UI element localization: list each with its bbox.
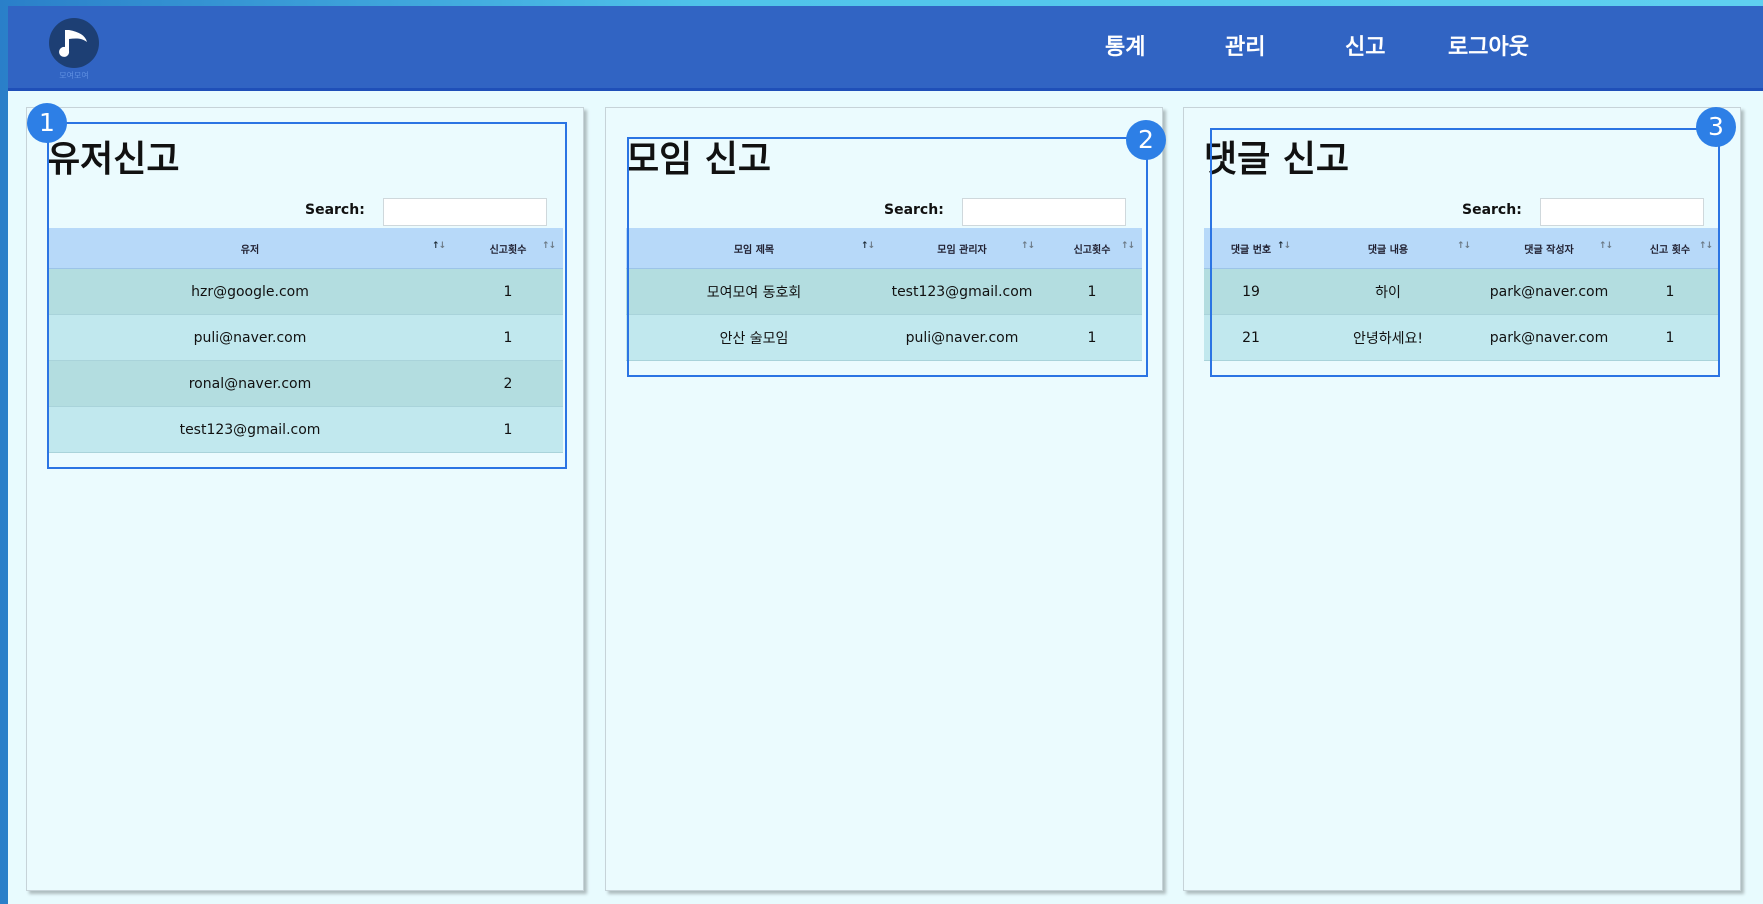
- cell-report-count: 1: [453, 268, 563, 315]
- sort-arrows-icon: ↑↓: [1120, 241, 1135, 251]
- table-row[interactable]: hzr@google.com 1: [47, 268, 563, 315]
- nav-item-logout[interactable]: 로그아웃: [1448, 28, 1529, 68]
- sort-arrows-icon: ↑↓: [1276, 241, 1291, 251]
- table-row[interactable]: test123@gmail.com 1: [47, 406, 563, 453]
- logo[interactable]: 모여모여: [41, 18, 107, 82]
- search-label: Search:: [884, 202, 944, 218]
- cell-user: ronal@naver.com: [47, 360, 453, 407]
- comment-report-panel: 댓글 신고 Search: 댓글 번호 ↑↓ 댓글 내용 ↑↓ 댓글 작성자 ↑↓ 신…: [1183, 107, 1741, 891]
- meeting-report-panel: 모임 신고 Search: 모임 제목 ↑↓ 모임 관리자 ↑↓ 신고횟수 ↑↓ 모여…: [605, 107, 1163, 891]
- cell-report-count: 1: [1620, 314, 1720, 361]
- table-row[interactable]: 19 하이 park@naver.com 1: [1204, 268, 1720, 315]
- user-report-panel: 유저신고 Search: 유저 ↑↓ 신고횟수 ↑↓ hzr@google.com …: [26, 107, 584, 891]
- cell-report-count: 2: [453, 360, 563, 407]
- search-label: Search:: [305, 202, 365, 218]
- panel-title: 댓글 신고: [1204, 139, 1350, 180]
- column-header-comment-author[interactable]: 댓글 작성자 ↑↓: [1478, 228, 1620, 269]
- sort-arrows-icon: ↑↓: [860, 241, 875, 251]
- panel-title: 유저신고: [47, 139, 180, 180]
- panel-title: 모임 신고: [626, 139, 772, 180]
- cell-meeting-admin: test123@gmail.com: [882, 268, 1042, 315]
- cell-report-count: 1: [453, 314, 563, 361]
- logo-caption: 모여모여: [59, 71, 89, 80]
- column-header-comment-number[interactable]: 댓글 번호 ↑↓: [1204, 228, 1298, 269]
- column-header-report-count[interactable]: 신고횟수 ↑↓: [453, 228, 563, 269]
- column-header-meeting-admin[interactable]: 모임 관리자 ↑↓: [882, 228, 1042, 269]
- search-row: Search:: [47, 198, 563, 226]
- table-row[interactable]: 안산 술모임 puli@naver.com 1: [626, 314, 1142, 361]
- comment-report-table: 댓글 번호 ↑↓ 댓글 내용 ↑↓ 댓글 작성자 ↑↓ 신고 횟수 ↑↓ 19 하이 p…: [1204, 228, 1720, 361]
- cell-comment-number: 19: [1204, 268, 1298, 315]
- cell-comment-author: park@naver.com: [1478, 314, 1620, 361]
- cell-meeting-title: 안산 술모임: [626, 314, 882, 361]
- sort-arrows-icon: ↑↓: [1698, 241, 1713, 251]
- annotation-badge-2: 2: [1126, 120, 1166, 160]
- column-header-report-count[interactable]: 신고 횟수 ↑↓: [1620, 228, 1720, 269]
- cell-report-count: 1: [1042, 268, 1142, 315]
- sort-arrows-icon: ↑↓: [1598, 241, 1613, 251]
- sort-arrows-icon: ↑↓: [431, 241, 446, 251]
- annotation-badge-3: 3: [1696, 107, 1736, 147]
- cell-user: puli@naver.com: [47, 314, 453, 361]
- column-header-meeting-title[interactable]: 모임 제목 ↑↓: [626, 228, 882, 269]
- cell-report-count: 1: [1620, 268, 1720, 315]
- cell-user: test123@gmail.com: [47, 406, 453, 453]
- music-note-logo-icon: [49, 18, 99, 68]
- sort-arrows-icon: ↑↓: [541, 241, 556, 251]
- table-row[interactable]: puli@naver.com 1: [47, 314, 563, 361]
- cell-comment-content: 하이: [1298, 268, 1478, 315]
- nav-item-stats[interactable]: 통계: [1105, 28, 1145, 68]
- column-header-report-count[interactable]: 신고횟수 ↑↓: [1042, 228, 1142, 269]
- cell-report-count: 1: [453, 406, 563, 453]
- user-report-table: 유저 ↑↓ 신고횟수 ↑↓ hzr@google.com 1 puli@naver.…: [47, 228, 563, 453]
- cell-meeting-title: 모여모여 동호회: [626, 268, 882, 315]
- nav-item-manage[interactable]: 관리: [1225, 28, 1265, 68]
- cell-comment-content: 안녕하세요!: [1298, 314, 1478, 361]
- search-input[interactable]: [962, 198, 1126, 226]
- search-row: Search:: [626, 198, 1142, 226]
- sort-arrows-icon: ↑↓: [1020, 241, 1035, 251]
- nav-item-report[interactable]: 신고: [1345, 28, 1385, 68]
- cell-comment-author: park@naver.com: [1478, 268, 1620, 315]
- cell-report-count: 1: [1042, 314, 1142, 361]
- cell-meeting-admin: puli@naver.com: [882, 314, 1042, 361]
- sort-arrows-icon: ↑↓: [1456, 241, 1471, 251]
- table-row[interactable]: 21 안녕하세요! park@naver.com 1: [1204, 314, 1720, 361]
- cell-user: hzr@google.com: [47, 268, 453, 315]
- search-input[interactable]: [1540, 198, 1704, 226]
- column-header-comment-content[interactable]: 댓글 내용 ↑↓: [1298, 228, 1478, 269]
- cell-comment-number: 21: [1204, 314, 1298, 361]
- table-row[interactable]: 모여모여 동호회 test123@gmail.com 1: [626, 268, 1142, 315]
- top-navigation-bar: 모여모여 통계 관리 신고 로그아웃: [8, 6, 1763, 91]
- column-header-user[interactable]: 유저 ↑↓: [47, 228, 453, 269]
- search-input[interactable]: [383, 198, 547, 226]
- search-label: Search:: [1462, 202, 1522, 218]
- main-content: 유저신고 Search: 유저 ↑↓ 신고횟수 ↑↓ hzr@google.com …: [8, 91, 1763, 904]
- search-row: Search:: [1204, 198, 1720, 226]
- meeting-report-table: 모임 제목 ↑↓ 모임 관리자 ↑↓ 신고횟수 ↑↓ 모여모여 동호회 test123…: [626, 228, 1142, 361]
- annotation-badge-1: 1: [27, 103, 67, 143]
- table-row[interactable]: ronal@naver.com 2: [47, 360, 563, 407]
